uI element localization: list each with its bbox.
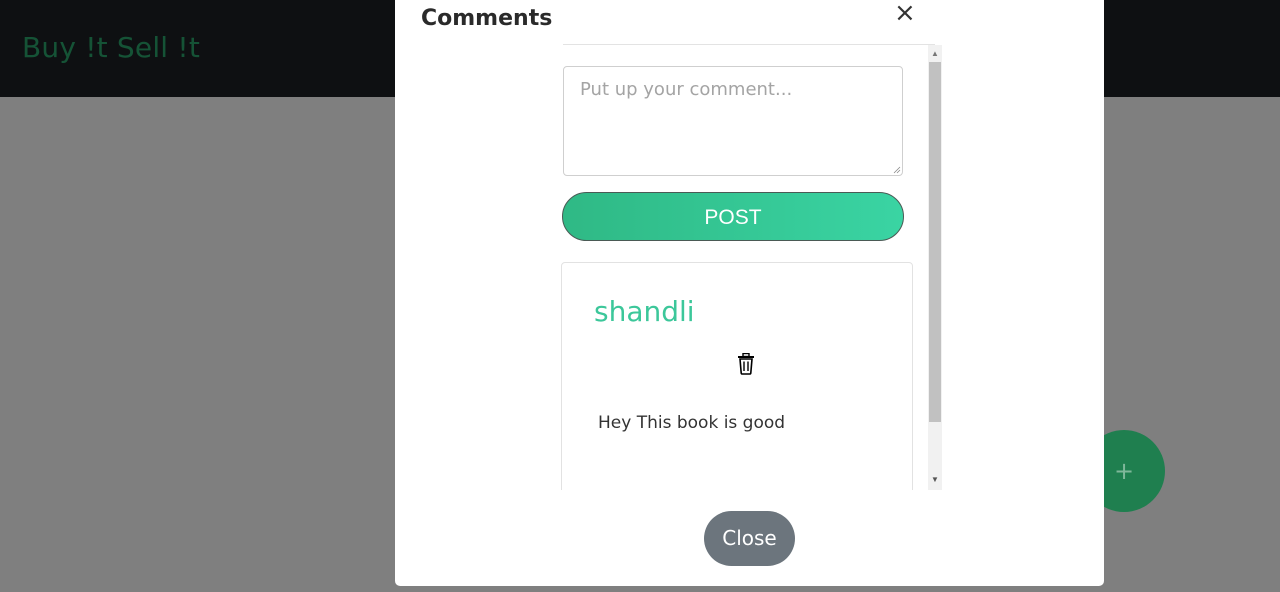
close-button[interactable]: Close <box>704 511 795 566</box>
modal-title: Comments <box>421 6 553 31</box>
scroll-down-arrow-icon[interactable]: ▼ <box>928 475 942 485</box>
scrollbar[interactable]: ▲ ▼ <box>928 45 942 490</box>
comments-scroll-area[interactable]: POST shandli Hey This book is good <box>560 45 941 490</box>
comment-card: shandli Hey This book is good <box>561 262 913 490</box>
resize-grip-icon[interactable] <box>893 166 901 174</box>
trash-icon[interactable] <box>737 353 755 375</box>
post-comment-button[interactable]: POST <box>562 192 904 241</box>
scroll-thumb[interactable] <box>929 62 941 422</box>
comments-modal: Comments × POST shandli Hey This book is… <box>395 0 1104 586</box>
comment-author: shandli <box>594 295 695 328</box>
comment-input[interactable] <box>563 66 903 176</box>
comment-text: Hey This book is good <box>598 413 786 433</box>
scroll-up-arrow-icon[interactable]: ▲ <box>928 49 942 59</box>
close-icon[interactable]: × <box>894 0 916 28</box>
